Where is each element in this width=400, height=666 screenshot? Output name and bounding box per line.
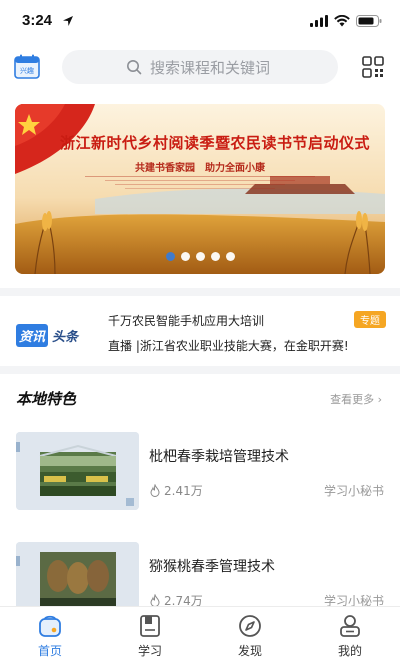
carousel-dot[interactable] [195,252,205,261]
course-card[interactable]: 枇杷春季栽培管理技术 2.41万 学习小秘书 [16,432,386,510]
home-icon [39,615,61,637]
tab-label: 发现 [237,644,262,658]
search-placeholder: 搜索课程和关键词 [150,58,271,77]
tab-label: 学习 [137,644,162,658]
compass-icon [239,615,261,637]
flame-icon [150,484,160,497]
news-logo-part2: 头条 [52,330,79,345]
banner-carousel[interactable]: 浙江新时代乡村阅读季暨农民读书节启动仪式 共建书香家园 助力全面小康 [15,104,385,274]
news-logo-part1: 资讯 [16,324,49,347]
signal-icon [310,15,328,27]
carousel-dot[interactable] [165,252,175,261]
search-input[interactable]: 搜索课程和关键词 [62,50,338,84]
course-title: 枇杷春季栽培管理技术 [149,449,289,465]
banner-image [15,104,385,274]
location-arrow-icon [63,16,73,26]
bottom-tab-bar: 首页 学习 发现 我的 [0,606,400,666]
banner-subtitle: 共建书香家园 助力全面小康 [135,163,265,174]
news-logo: 资讯 头条 [16,324,78,347]
tab-label: 首页 [37,644,62,658]
status-bar: 3:24 [0,0,400,44]
carousel-dot[interactable] [225,252,235,261]
course-title: 猕猴桃春季管理技术 [149,559,275,575]
wifi-icon [334,15,350,27]
calendar-icon[interactable]: 兴趣 [14,54,40,80]
book-icon [140,615,160,637]
topic-badge: 专题 [354,311,386,328]
local-features-section: 本地特色 查看更多 › 枇杷春季栽培管理技术 2.41万 学习小秘书 猕猴桃春季… [0,374,400,620]
banner-section: 浙江新时代乡村阅读季暨农民读书节启动仪式 共建书香家园 助力全面小康 [0,94,400,288]
tab-study[interactable]: 学习 [100,607,200,666]
news-item[interactable]: 千万农民智能手机应用大培训 [108,312,264,329]
tab-home[interactable]: 首页 [0,607,100,666]
course-author: 学习小秘书 [323,484,384,498]
tab-label: 我的 [337,644,362,658]
section-title: 本地特色 [16,390,77,408]
status-time: 3:24 [22,12,53,29]
loquat-greenhouse-image [16,432,139,510]
view-count-value: 2.41万 [164,484,203,498]
carousel-dot[interactable] [180,252,190,261]
view-more-link[interactable]: 查看更多 › [330,391,382,407]
view-count: 2.41万 [149,482,203,499]
battery-icon [356,15,382,27]
calendar-label: 兴趣 [20,66,34,75]
news-headlines[interactable]: 资讯 头条 千万农民智能手机应用大培训 直播 |浙江省农业职业技能大赛，在金职开… [0,288,400,366]
carousel-dots [15,252,385,261]
banner-title: 浙江新时代乡村阅读季暨农民读书节启动仪式 [59,134,370,152]
news-item[interactable]: 直播 |浙江省农业职业技能大赛，在金职开赛! [108,337,349,354]
status-indicators [310,15,382,27]
carousel-dot[interactable] [210,252,220,261]
course-thumbnail [16,432,139,510]
top-header: 兴趣 搜索课程和关键词 [0,44,400,94]
scan-grid-icon[interactable] [362,56,384,78]
tab-mine[interactable]: 我的 [300,607,400,666]
tab-discover[interactable]: 发现 [200,607,300,666]
search-icon [127,60,142,75]
user-icon [340,615,360,637]
